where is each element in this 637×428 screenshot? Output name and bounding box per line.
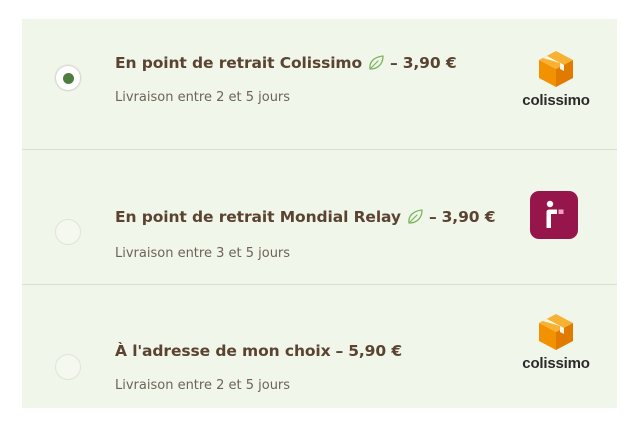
radio-button[interactable] — [55, 354, 81, 380]
colissimo-logo: colissimo — [516, 312, 596, 372]
price-separator: – — [428, 208, 437, 226]
shipping-price: 5,90 € — [348, 342, 403, 360]
mondial-relay-logo — [529, 190, 579, 240]
shipping-option-title: En point de retrait Mondial Relay – 3,90… — [115, 208, 496, 226]
shipping-price: 3,90 € — [402, 54, 457, 72]
price-separator: – — [390, 54, 398, 72]
colissimo-wordmark: colissimo — [522, 92, 590, 109]
colissimo-box-icon — [539, 314, 573, 350]
eco-leaf-icon — [406, 208, 424, 226]
delivery-estimate: Livraison entre 2 et 5 jours — [115, 378, 291, 393]
shipping-option-name: En point de retrait Mondial Relay — [115, 208, 401, 226]
price-separator: – — [335, 342, 344, 360]
radio-button-selected[interactable] — [55, 65, 81, 91]
radio-button[interactable] — [55, 219, 81, 245]
delivery-estimate: Livraison entre 3 et 5 jours — [115, 246, 291, 261]
colissimo-logo: colissimo — [516, 49, 596, 109]
colissimo-wordmark: colissimo — [522, 355, 590, 372]
shipping-options-list: En point de retrait Colissimo – 3,90 € L… — [22, 19, 617, 408]
shipping-option-name: En point de retrait Colissimo — [115, 54, 363, 72]
colissimo-box-icon — [539, 51, 573, 87]
delivery-estimate: Livraison entre 2 et 5 jours — [115, 90, 291, 105]
shipping-price: 3,90 € — [441, 208, 496, 226]
shipping-option-home-delivery[interactable]: À l'adresse de mon choix – 5,90 € Livrai… — [22, 284, 617, 408]
shipping-option-title: À l'adresse de mon choix – 5,90 € — [115, 342, 402, 360]
eco-leaf-icon — [367, 54, 385, 72]
radio-dot — [63, 73, 74, 84]
shipping-option-title: En point de retrait Colissimo – 3,90 € — [115, 54, 457, 72]
shipping-option-name: À l'adresse de mon choix — [115, 342, 331, 360]
shipping-option-mondial-relay[interactable]: En point de retrait Mondial Relay – 3,90… — [22, 149, 617, 284]
shipping-option-colissimo-relay[interactable]: En point de retrait Colissimo – 3,90 € L… — [22, 19, 617, 149]
